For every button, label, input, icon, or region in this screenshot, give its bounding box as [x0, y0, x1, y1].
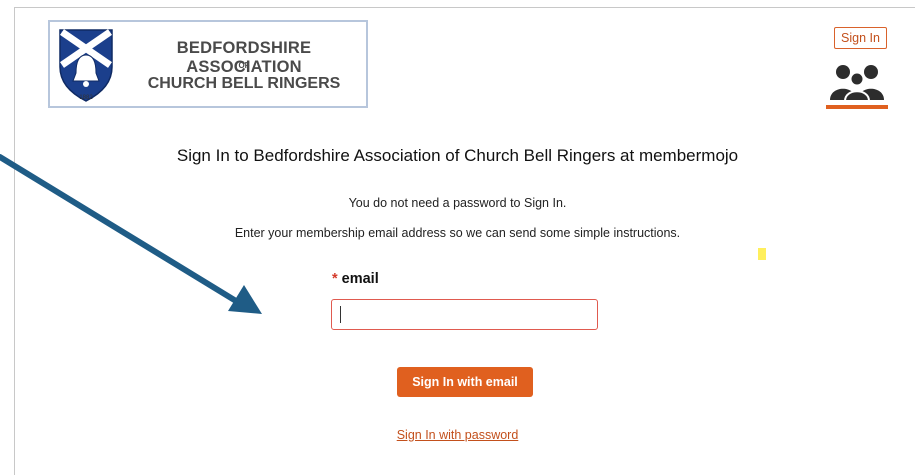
- sign-in-with-password-link[interactable]: Sign In with password: [0, 428, 915, 442]
- text-highlight-mark: [758, 248, 766, 260]
- logo-title-line1: BEDFORDSHIRE ASSOCIATION: [176, 39, 312, 76]
- crest-icon: 1882: [59, 29, 113, 102]
- instructions-note: Enter your membership email address so w…: [234, 226, 681, 240]
- crest-year: 1882: [79, 95, 93, 101]
- no-password-note: You do not need a password to Sign In.: [348, 196, 567, 210]
- text-cursor: [340, 306, 341, 323]
- header-sign-in-button[interactable]: Sign In: [834, 27, 887, 49]
- logo-title-of: OF: [238, 61, 250, 70]
- email-label-text: email: [341, 271, 379, 287]
- logo-title-line2: CHURCH BELL RINGERS: [147, 75, 341, 92]
- page-title: Sign In to Bedfordshire Association of C…: [176, 146, 739, 165]
- association-logo[interactable]: 1882 BEDFORDSHIRE ASSOCIATION OF CHURCH …: [48, 20, 368, 108]
- logo-text: BEDFORDSHIRE ASSOCIATION OF CHURCH BELL …: [122, 22, 366, 106]
- email-input[interactable]: [331, 299, 598, 330]
- email-label: * email: [332, 271, 379, 287]
- sign-in-with-email-button[interactable]: Sign In with email: [397, 367, 533, 397]
- required-asterisk: *: [332, 271, 338, 287]
- membermojo-people-icon[interactable]: [826, 55, 888, 111]
